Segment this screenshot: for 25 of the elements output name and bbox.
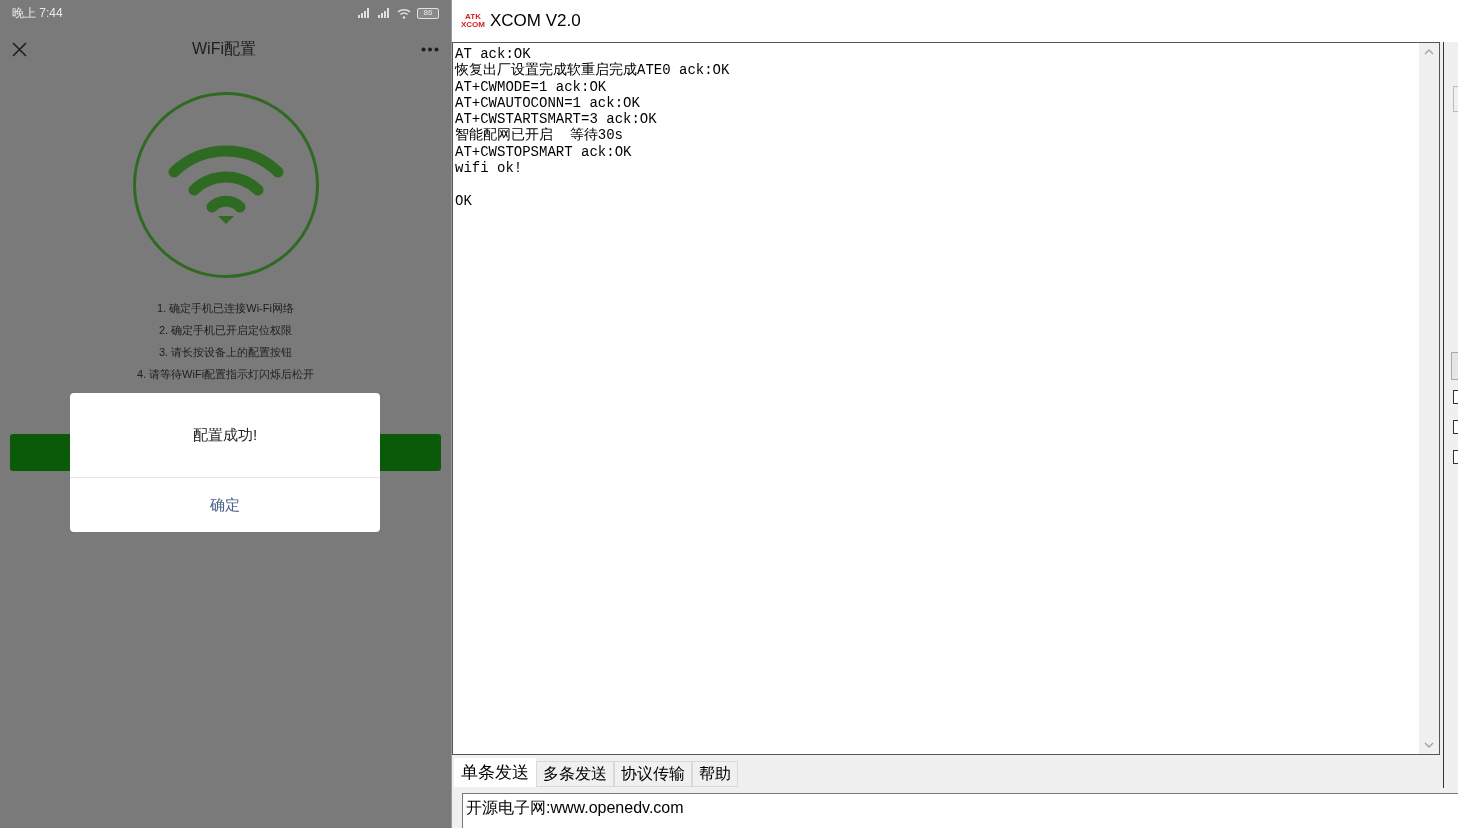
confirm-button[interactable]: 确定 [202,493,248,517]
scroll-down-icon[interactable] [1424,742,1434,748]
scroll-up-icon[interactable] [1424,49,1434,55]
instruction-text: 4. 请等待WiFi配置指示灯闪烁后松开 [136,367,315,382]
signal-icon [355,8,371,18]
signal-icon [377,8,391,18]
close-icon[interactable] [12,41,27,57]
instruction-text: 3. 请长按设备上的配置按钮 [158,345,293,360]
tab[interactable]: 协议传输 [614,761,692,787]
more-icon[interactable] [421,46,439,52]
instruction-text: 1. 确定手机已连接Wi-Fi网络 [157,301,294,316]
tab[interactable]: 多条发送 [536,761,614,787]
page-title: WiFi配置 [192,39,256,59]
app-logo: ATK XCOM [462,13,484,29]
tab[interactable]: 单条发送 [454,758,536,787]
scrollbar[interactable] [1419,43,1439,754]
dialog-message: 配置成功! [192,424,258,445]
battery-icon: 86 [417,7,439,19]
status-time: 晚上 7:44 [12,5,63,22]
wifi-signal-icon [397,7,411,19]
tab[interactable]: 帮助 [692,761,738,787]
window-title: XCOM V2.0 [490,10,581,33]
receive-log: AT ack:OK 恢复出厂设置完成软重启完成ATE0 ack:OK AT+CWMODE=1 ack:OK AT+CWAUTOCONN=1 ack:OK AT+CWSTARTSMART=3 ack:OK 智能配网已开启 等待30s AT+CWSTOPSMART ack:OK wifi ok! OK [455,46,730,209]
instruction-text: 2. 确定手机已开启定位权限 [158,323,293,338]
send-field[interactable]: 开源电子网:www.openedv.com [462,793,1458,828]
